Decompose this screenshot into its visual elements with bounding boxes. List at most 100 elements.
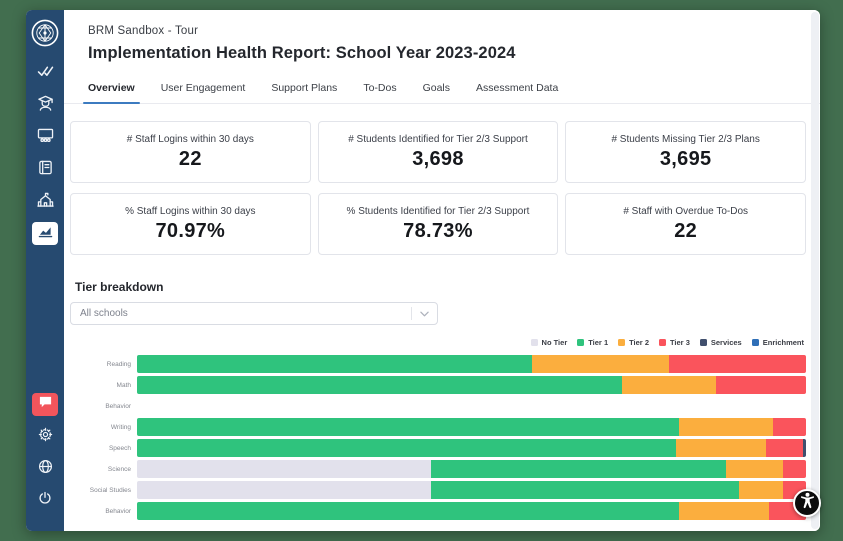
metric-card-staff-logins-pct: % Staff Logins within 30 days 70.97%	[70, 193, 311, 255]
bar-segment	[137, 355, 532, 373]
metric-value: 22	[179, 148, 202, 171]
tier-breakdown-title: Tier breakdown	[70, 280, 806, 294]
bar-segment	[137, 418, 679, 436]
app-title: BRM Sandbox - Tour	[88, 25, 794, 37]
logout-button[interactable]	[32, 489, 58, 512]
chart-row: Science	[70, 460, 806, 478]
chart-row-track	[137, 418, 806, 436]
tab-user-engagement[interactable]: User Engagement	[161, 77, 246, 103]
chat-button[interactable]	[32, 393, 58, 416]
school-filter-value: All schools	[80, 308, 128, 319]
chart-row-track	[137, 397, 806, 415]
tab-overview[interactable]: Overview	[88, 77, 135, 103]
bar-segment	[137, 502, 679, 520]
metrics-grid: # Staff Logins within 30 days 22 # Stude…	[70, 121, 806, 255]
globe-icon	[38, 459, 53, 479]
sidebar	[26, 10, 64, 531]
tab-bar: Overview User Engagement Support Plans T…	[64, 77, 820, 104]
metric-card-students-identified-count: # Students Identified for Tier 2/3 Suppo…	[318, 121, 559, 183]
chart-row-track	[137, 376, 806, 394]
chart-row-track	[137, 355, 806, 373]
bar-segment	[783, 460, 806, 478]
bar-segment	[532, 355, 669, 373]
book-icon	[38, 160, 53, 180]
chart-row: Math	[70, 376, 806, 394]
legend-label: Tier 3	[670, 338, 690, 347]
legend-swatch	[700, 339, 707, 346]
chart-row-label: Writing	[70, 424, 137, 431]
metric-value: 78.73%	[403, 220, 473, 243]
sidebar-item-tasks[interactable]	[32, 62, 58, 85]
tab-to-dos[interactable]: To-Dos	[363, 77, 396, 103]
metric-value: 3,695	[660, 148, 712, 171]
page-title: Implementation Health Report: School Yea…	[88, 44, 794, 63]
metric-value: 22	[674, 220, 697, 243]
school-building-icon	[37, 192, 54, 212]
app-window: BRM Sandbox - Tour Implementation Health…	[26, 10, 820, 531]
chart-row-label: Social Studies	[70, 487, 137, 494]
legend-item[interactable]: Tier 3	[659, 338, 690, 347]
tier-breakdown-section: Tier breakdown All schools No Tier Tier 1…	[70, 280, 806, 520]
power-icon	[38, 491, 52, 510]
accessibility-person-icon	[798, 491, 817, 515]
chart-row-label: Reading	[70, 361, 137, 368]
legend-swatch	[618, 339, 625, 346]
legend-label: No Tier	[542, 338, 568, 347]
chevron-down-icon	[411, 307, 437, 320]
legend-swatch	[752, 339, 759, 346]
metric-label: # Students Missing Tier 2/3 Plans	[611, 134, 759, 145]
bar-segment	[431, 481, 739, 499]
chart-row-label: Science	[70, 466, 137, 473]
chart-row-label: Behavior	[70, 403, 137, 410]
metric-label: % Staff Logins within 30 days	[125, 206, 255, 217]
metric-value: 70.97%	[156, 220, 226, 243]
tab-support-plans[interactable]: Support Plans	[271, 77, 337, 103]
bar-segment	[137, 439, 676, 457]
sidebar-item-reports[interactable]	[32, 222, 58, 245]
bar-segment	[803, 439, 806, 457]
chart-row-track	[137, 502, 806, 520]
legend-label: Tier 1	[588, 338, 608, 347]
legend-item[interactable]: Enrichment	[752, 338, 804, 347]
sidebar-item-schools[interactable]	[32, 190, 58, 213]
bar-segment	[137, 376, 622, 394]
chart-row: Reading	[70, 355, 806, 373]
metric-card-staff-logins-count: # Staff Logins within 30 days 22	[70, 121, 311, 183]
chart-row: Behavior	[70, 397, 806, 415]
chart-row-label: Speech	[70, 445, 137, 452]
metric-value: 3,698	[412, 148, 464, 171]
sidebar-item-library[interactable]	[32, 158, 58, 181]
sidebar-item-students[interactable]	[32, 94, 58, 117]
legend-swatch	[531, 339, 538, 346]
scrollbar[interactable]	[811, 12, 819, 529]
legend-item[interactable]: No Tier	[531, 338, 568, 347]
chart-row-track	[137, 439, 806, 457]
bar-segment	[676, 439, 766, 457]
metric-card-students-identified-pct: % Students Identified for Tier 2/3 Suppo…	[318, 193, 559, 255]
tab-assessment-data[interactable]: Assessment Data	[476, 77, 558, 103]
bar-segment	[431, 460, 725, 478]
settings-button[interactable]	[32, 425, 58, 448]
language-button[interactable]	[32, 457, 58, 480]
sidebar-item-classes[interactable]	[32, 126, 58, 149]
accessibility-button[interactable]	[793, 489, 821, 517]
double-check-icon	[37, 65, 54, 83]
chart-row-track	[137, 481, 806, 499]
bar-segment	[622, 376, 716, 394]
bar-segment	[716, 376, 806, 394]
chart-row: Speech	[70, 439, 806, 457]
legend-item[interactable]: Tier 2	[618, 338, 649, 347]
bar-segment	[679, 418, 773, 436]
school-filter-select[interactable]: All schools	[70, 302, 438, 325]
metric-card-staff-overdue-todos: # Staff with Overdue To-Dos 22	[565, 193, 806, 255]
tab-goals[interactable]: Goals	[423, 77, 450, 103]
tier-breakdown-chart: No Tier Tier 1 Tier 2 Tier 3 Services Enrichm…	[70, 338, 806, 520]
metric-label: # Staff Logins within 30 days	[127, 134, 254, 145]
analytics-chart-icon	[38, 225, 53, 243]
legend-item[interactable]: Tier 1	[577, 338, 608, 347]
chat-bubble-icon	[38, 395, 53, 414]
metric-label: # Students Identified for Tier 2/3 Suppo…	[348, 134, 528, 145]
main-content: BRM Sandbox - Tour Implementation Health…	[64, 10, 820, 531]
legend-item[interactable]: Services	[700, 338, 742, 347]
chart-row-label: Math	[70, 382, 137, 389]
